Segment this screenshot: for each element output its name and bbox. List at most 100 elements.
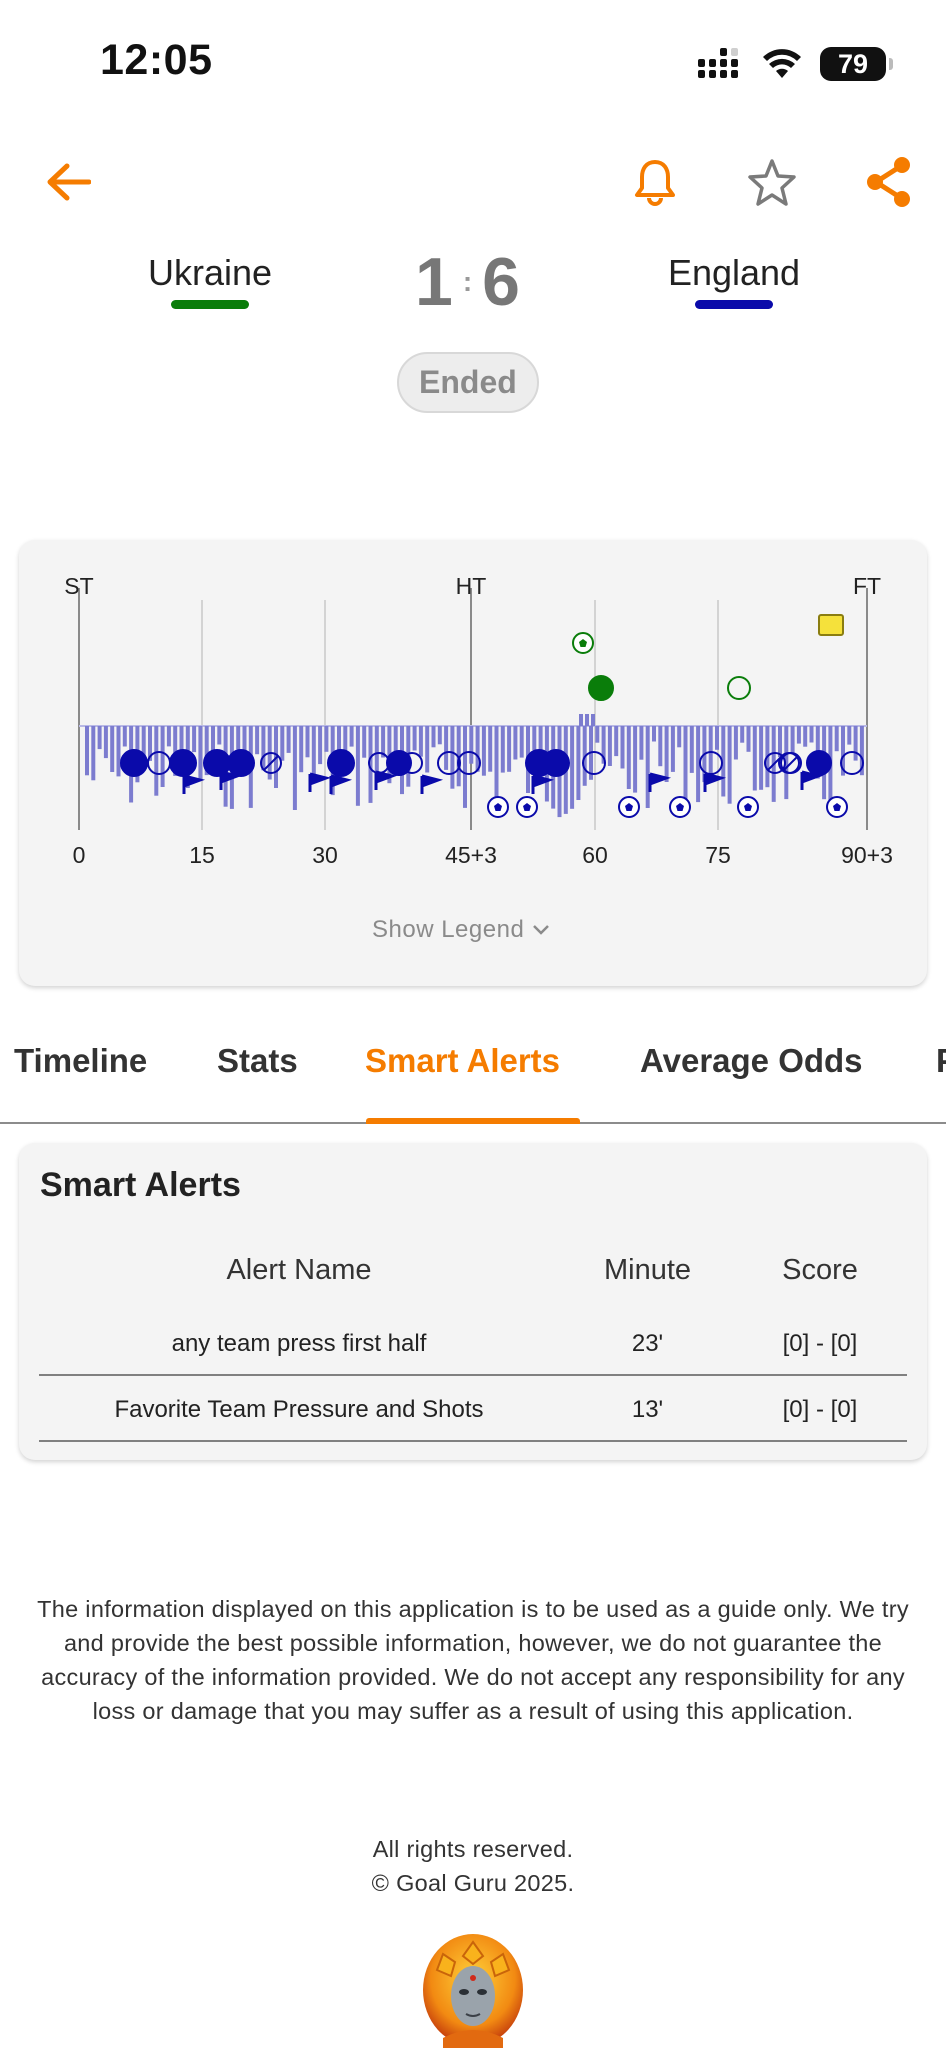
row-divider	[39, 1440, 907, 1442]
row-divider	[39, 1374, 907, 1376]
corner-flag-icon[interactable]	[648, 772, 672, 792]
event-marker[interactable]	[327, 749, 355, 777]
minute-tick-label: 75	[705, 842, 731, 868]
pressure-bar	[670, 726, 675, 772]
pressure-bar	[664, 726, 669, 782]
event-marker[interactable]	[169, 749, 197, 777]
rights-reserved-text: All rights reserved.	[372, 1836, 574, 1862]
pressure-bar	[759, 726, 764, 790]
pressure-bar	[570, 726, 575, 809]
share-icon	[867, 157, 910, 207]
alert-score: [0] - [0]	[782, 1330, 858, 1357]
pressure-bar	[211, 726, 215, 754]
goal-icon[interactable]	[572, 632, 594, 654]
status-time: 12:05	[100, 36, 213, 84]
corner-flag-icon[interactable]	[219, 770, 243, 790]
pressure-bar	[658, 726, 663, 767]
match-status-badge: Ended	[397, 352, 539, 413]
pressure-bar	[85, 726, 89, 776]
away-team-name: England	[667, 252, 801, 293]
alert-name: Favorite Team Pressure and Shots	[114, 1396, 484, 1423]
column-header-score: Score	[782, 1254, 858, 1286]
cellular-signal-icon	[698, 48, 738, 78]
goal-icon[interactable]	[737, 796, 759, 818]
event-marker[interactable]	[227, 749, 255, 777]
pressure-bar	[778, 726, 782, 758]
phase-label: FT	[853, 573, 881, 599]
corner-flag-icon[interactable]	[420, 774, 444, 794]
pressure-bar	[91, 726, 96, 781]
pressure-bar	[324, 726, 329, 752]
notifications-button[interactable]	[625, 152, 685, 212]
tab-partial[interactable]: P	[936, 1042, 946, 1080]
home-team-name: Ukraine	[147, 252, 273, 293]
event-marker[interactable]	[588, 675, 614, 701]
goal-guru-logo	[423, 1934, 523, 2048]
goal-icon[interactable]	[826, 796, 848, 818]
corner-flag-icon[interactable]	[308, 772, 332, 792]
show-legend-label: Show Legend	[372, 916, 525, 943]
pressure-bar	[362, 726, 367, 758]
home-team[interactable]: Ukraine	[90, 252, 330, 309]
pressure-bar	[532, 726, 537, 751]
tab-timeline[interactable]: Timeline	[14, 1042, 147, 1080]
pressure-bar	[236, 726, 241, 750]
tab-smart-alerts[interactable]: Smart Alerts	[365, 1042, 560, 1080]
favorite-button[interactable]	[742, 152, 802, 212]
pressure-bar	[519, 726, 524, 758]
pressure-bar	[645, 726, 650, 808]
pressure-bar	[444, 726, 449, 770]
pressure-bar	[752, 726, 757, 791]
tab-average-odds[interactable]: Average Odds	[640, 1042, 863, 1080]
corner-flag-icon[interactable]	[182, 774, 206, 794]
pressure-bar	[255, 726, 260, 755]
score-separator: :	[462, 266, 473, 297]
arrow-left-icon	[47, 163, 91, 201]
pressure-bar	[349, 726, 354, 747]
pressure-bar	[469, 726, 474, 764]
goal-icon[interactable]	[618, 796, 640, 818]
away-team[interactable]: England	[614, 252, 854, 309]
event-marker[interactable]	[120, 749, 148, 777]
pressure-bar	[463, 726, 467, 808]
pressure-bar	[97, 726, 102, 750]
pressure-bar	[494, 726, 499, 800]
goal-icon[interactable]	[516, 796, 538, 818]
yellow-card-icon[interactable]	[818, 614, 844, 636]
pressure-bar	[715, 726, 719, 750]
minute-tick-label: 30	[312, 842, 338, 868]
corner-flag-icon[interactable]	[800, 770, 824, 790]
event-marker[interactable]	[542, 749, 570, 777]
pressure-bar	[677, 726, 682, 748]
minute-tick-label: 90+3	[841, 842, 893, 868]
smart-alerts-title: Smart Alerts	[40, 1166, 241, 1204]
event-marker[interactable]	[147, 751, 171, 775]
pressure-bar	[746, 726, 751, 752]
phase-label: HT	[456, 573, 487, 599]
goal-icon[interactable]	[669, 796, 691, 818]
minute-tick-label: 15	[189, 842, 215, 868]
goal-icon[interactable]	[487, 796, 509, 818]
pressure-bar	[450, 726, 455, 789]
pressure-bar	[122, 726, 127, 747]
pressure-bar	[154, 726, 159, 796]
share-button[interactable]	[858, 152, 918, 212]
pressure-bar	[576, 726, 581, 800]
show-legend-button[interactable]: Show Legend	[372, 916, 550, 944]
alert-minute: 13'	[631, 1396, 664, 1423]
pressure-bar	[607, 726, 612, 766]
home-team-color-bar	[171, 300, 249, 309]
back-button[interactable]	[38, 152, 98, 212]
pressure-bar	[437, 726, 442, 745]
pressure-bar	[481, 726, 486, 776]
pressure-bar	[620, 726, 625, 769]
star-outline-icon	[748, 159, 796, 206]
pressure-bar	[614, 726, 619, 757]
pressure-bar	[853, 726, 858, 761]
tab-stats[interactable]: Stats	[217, 1042, 298, 1080]
copyright-block: All rights reserved. © Goal Guru 2025.	[0, 1832, 946, 1900]
event-marker[interactable]	[727, 676, 751, 700]
pressure-bar	[110, 726, 115, 772]
pressure-bar	[355, 726, 360, 806]
event-marker[interactable]	[806, 750, 832, 776]
